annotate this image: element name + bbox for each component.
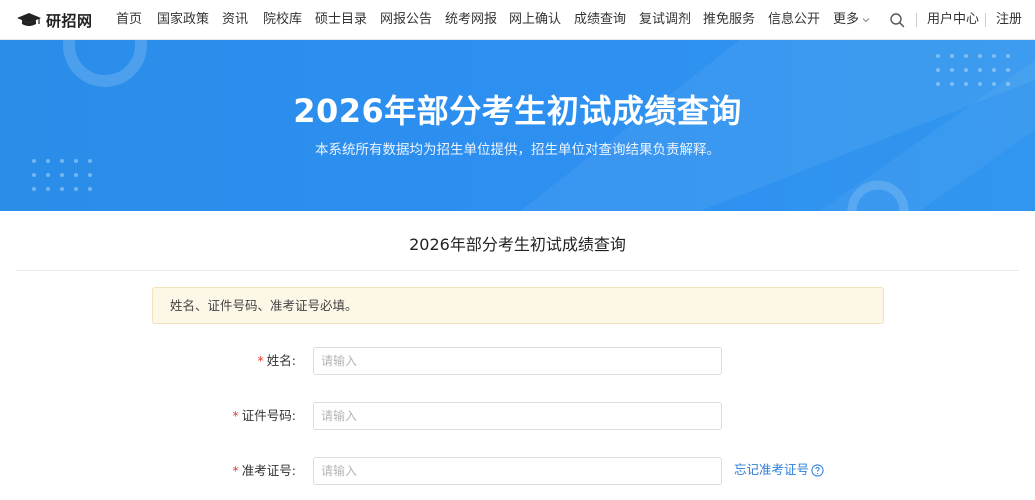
hero-subtitle: 本系统所有数据均为招生单位提供，招生单位对查询结果负责解释。 (315, 142, 720, 158)
nav-item-retest-adjustment[interactable]: 复试调剂 (639, 12, 691, 28)
form-title: 2026年部分考生初试成绩查询 (409, 235, 626, 254)
chevron-down-icon (862, 17, 870, 22)
graduation-cap-icon (17, 13, 41, 26)
title-divider (16, 270, 1019, 271)
top-navigation: 研招网 首页 国家政策 资讯 院校库 硕士目录 网报公告 统考网报 网上确认 成… (0, 0, 1035, 40)
nav-item-score-query[interactable]: 成绩查询 (574, 12, 626, 28)
question-circle-icon (811, 463, 824, 477)
required-mark: * (232, 408, 239, 423)
search-icon[interactable] (889, 12, 905, 28)
nav-item-registration-notice[interactable]: 网报公告 (380, 12, 432, 28)
nav-item-unified-registration[interactable]: 统考网报 (445, 12, 497, 28)
nav-more-label: 更多 (833, 12, 860, 27)
brand-name: 研招网 (46, 11, 93, 30)
name-input[interactable] (313, 347, 722, 375)
nav-item-info-disclosure[interactable]: 信息公开 (768, 12, 820, 28)
required-notice: 姓名、证件号码、准考证号必填。 (152, 287, 884, 324)
nav-divider (916, 13, 917, 27)
register-link[interactable]: 注册 (996, 12, 1022, 28)
id-number-label: * 证件号码: (176, 407, 296, 425)
nav-item-schools[interactable]: 院校库 (263, 12, 302, 28)
nav-item-news[interactable]: 资讯 (222, 12, 248, 28)
nav-item-recommendation[interactable]: 推免服务 (703, 12, 755, 28)
nav-item-more[interactable]: 更多 (833, 12, 871, 28)
hero-title: 2026年部分考生初试成绩查询 (293, 92, 742, 130)
notice-text: 姓名、证件号码、准考证号必填。 (170, 298, 358, 313)
admission-number-label-text: 准考证号: (241, 463, 296, 478)
id-number-input[interactable] (313, 402, 722, 430)
hero-banner: 2026年部分考生初试成绩查询 本系统所有数据均为招生单位提供，招生单位对查询结… (0, 40, 1035, 211)
site-logo[interactable]: 研招网 (16, 10, 93, 30)
forgot-link-text: 忘记准考证号 (734, 462, 810, 477)
nav-item-masters-catalog[interactable]: 硕士目录 (315, 12, 367, 28)
name-label: * 姓名: (176, 352, 296, 370)
nav-item-home[interactable]: 首页 (116, 12, 142, 28)
id-number-label-text: 证件号码: (241, 408, 296, 423)
forgot-admission-number-link[interactable]: 忘记准考证号 (734, 462, 824, 478)
required-mark: * (257, 353, 264, 368)
required-mark: * (232, 463, 239, 478)
admission-number-label: * 准考证号: (176, 462, 296, 480)
nav-item-policy[interactable]: 国家政策 (157, 12, 209, 28)
nav-item-online-confirmation[interactable]: 网上确认 (509, 12, 561, 28)
nav-divider (985, 13, 986, 27)
admission-number-input[interactable] (313, 457, 722, 485)
user-center-link[interactable]: 用户中心 (927, 12, 979, 28)
name-label-text: 姓名: (266, 353, 296, 368)
